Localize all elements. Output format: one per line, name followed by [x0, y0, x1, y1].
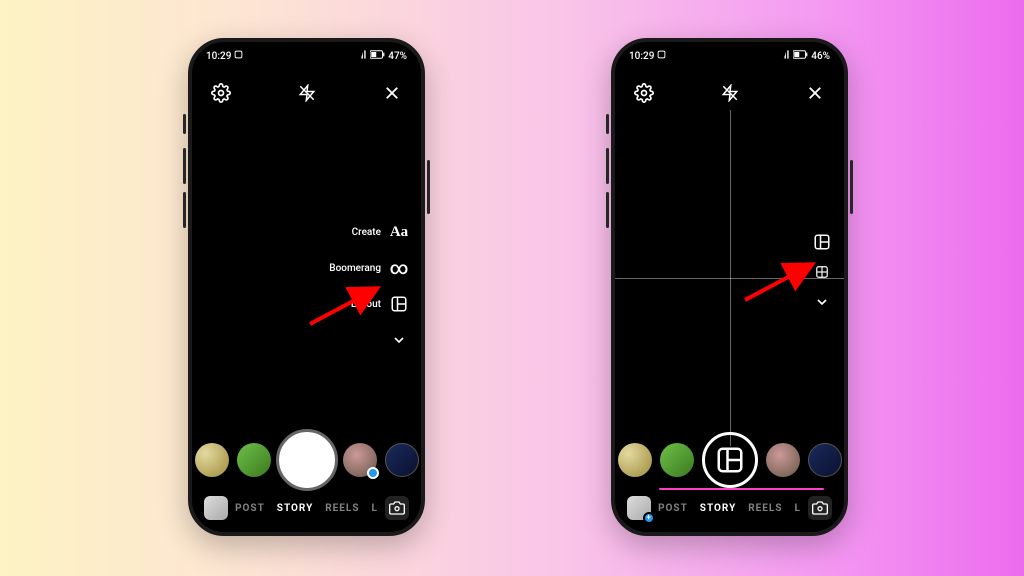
- battery-icon: [793, 50, 808, 62]
- mode-story[interactable]: STORY: [700, 503, 736, 514]
- tool-create[interactable]: Create Aa: [352, 222, 409, 242]
- mode-reels[interactable]: REELS: [325, 503, 359, 514]
- mode-reels[interactable]: REELS: [748, 503, 782, 514]
- filter-thumb-4[interactable]: [385, 443, 419, 477]
- chevron-down-icon: [389, 330, 409, 350]
- mode-tabs: POST STORY REELS L: [658, 503, 801, 514]
- battery-percent: 47%: [388, 51, 407, 62]
- bottom-bar: + POST STORY REELS L: [615, 494, 844, 522]
- create-label: Create: [352, 227, 381, 238]
- filter-thumb-1[interactable]: [195, 443, 229, 477]
- notch: [674, 42, 786, 64]
- side-power-button: [427, 160, 430, 214]
- side-volume-down: [183, 192, 186, 228]
- side-silence-switch: [183, 114, 186, 134]
- layout-icon: [389, 294, 409, 314]
- shutter-button[interactable]: [279, 432, 335, 488]
- layout-option-1[interactable]: [812, 232, 832, 252]
- new-badge-icon: [367, 467, 379, 479]
- top-controls: [192, 78, 421, 108]
- status-app-icon: [234, 50, 243, 62]
- filter-strip: [615, 432, 844, 488]
- add-badge-icon: +: [643, 512, 655, 524]
- settings-icon[interactable]: [633, 82, 655, 104]
- tool-boomerang[interactable]: Boomerang ∞: [329, 258, 409, 278]
- mode-live[interactable]: L: [372, 503, 378, 514]
- boomerang-label: Boomerang: [329, 263, 381, 274]
- layout-icon-split: [812, 232, 832, 252]
- mode-live[interactable]: L: [795, 503, 801, 514]
- filter-thumb-1[interactable]: [618, 443, 652, 477]
- filter-thumb-2[interactable]: [660, 443, 694, 477]
- mode-story[interactable]: STORY: [277, 503, 313, 514]
- close-icon[interactable]: [381, 82, 403, 104]
- bottom-bar: POST STORY REELS L: [192, 494, 421, 522]
- top-controls: [615, 78, 844, 108]
- camera-switch-button[interactable]: [385, 496, 409, 520]
- phone-right: 10:29 46%: [611, 38, 848, 536]
- phone-left: 10:29 47%: [188, 38, 425, 536]
- gallery-button[interactable]: +: [627, 496, 651, 520]
- flash-off-icon[interactable]: [719, 82, 741, 104]
- mode-tabs: POST STORY REELS L: [235, 503, 378, 514]
- battery-percent: 46%: [811, 51, 830, 62]
- side-silence-switch: [606, 114, 609, 134]
- annotation-arrow-left: [306, 284, 384, 328]
- camera-switch-button[interactable]: [808, 496, 832, 520]
- tools-expand[interactable]: [389, 330, 409, 350]
- side-volume-up: [606, 148, 609, 184]
- filter-thumb-2[interactable]: [237, 443, 271, 477]
- filter-thumb-4[interactable]: [808, 443, 842, 477]
- status-time: 10:29: [629, 51, 654, 62]
- gallery-button[interactable]: [204, 496, 228, 520]
- side-power-button: [850, 160, 853, 214]
- mode-post[interactable]: POST: [235, 503, 265, 514]
- status-app-icon: [657, 50, 666, 62]
- infinity-icon: ∞: [389, 258, 409, 278]
- progress-bar: [659, 488, 824, 490]
- status-time: 10:29: [206, 51, 231, 62]
- mode-post[interactable]: POST: [658, 503, 688, 514]
- battery-icon: [370, 50, 385, 62]
- flash-off-icon[interactable]: [296, 82, 318, 104]
- annotation-arrow-right: [741, 260, 819, 304]
- filter-thumb-3-wrap[interactable]: [343, 443, 377, 477]
- notch: [251, 42, 363, 64]
- filter-strip: [192, 432, 421, 488]
- filter-thumb-3[interactable]: [766, 443, 800, 477]
- close-icon[interactable]: [804, 82, 826, 104]
- shutter-button-layout[interactable]: [702, 432, 758, 488]
- side-volume-down: [606, 192, 609, 228]
- settings-icon[interactable]: [210, 82, 232, 104]
- side-volume-up: [183, 148, 186, 184]
- text-icon: Aa: [389, 222, 409, 242]
